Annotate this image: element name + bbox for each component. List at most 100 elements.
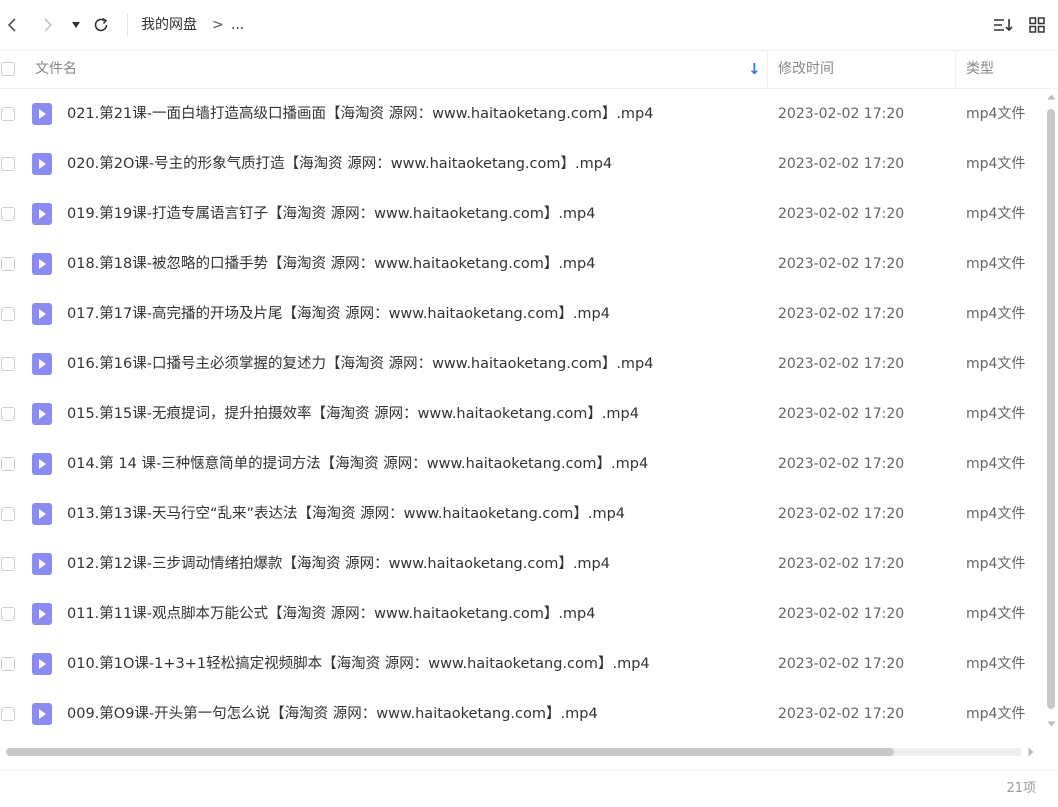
file-modified: 2023-02-02 17:20 (778, 506, 905, 522)
file-modified: 2023-02-02 17:20 (778, 656, 905, 672)
file-type: mp4文件 (966, 356, 1026, 372)
column-divider[interactable] (955, 50, 956, 88)
file-modified: 2023-02-02 17:20 (778, 156, 905, 172)
file-row[interactable]: 017.第17课-高完播的开场及片尾【海淘资 源网：www.haitaoketa… (0, 289, 1045, 339)
breadcrumb-root[interactable]: 我的网盘 (141, 15, 197, 35)
column-divider[interactable] (767, 50, 768, 88)
row-checkbox[interactable] (1, 607, 15, 621)
file-type: mp4文件 (966, 606, 1026, 622)
history-dropdown-button[interactable] (64, 13, 88, 37)
file-modified: 2023-02-02 17:20 (778, 356, 905, 372)
row-checkbox[interactable] (1, 157, 15, 171)
file-list: 021.第21课-一面白墙打造高级口播画面【海淘资 源网：www.haitaok… (0, 89, 1045, 739)
file-modified: 2023-02-02 17:20 (778, 106, 905, 122)
file-row[interactable]: 020.第2O课-号主的形象气质打造【海淘资 源网：www.haitaoketa… (0, 139, 1045, 189)
chevron-right-icon (44, 18, 53, 32)
file-name: 009.第O9课-开头第一句怎么说【海淘资 源网：www.haitaoketan… (67, 706, 598, 722)
file-type: mp4文件 (966, 706, 1026, 722)
file-type: mp4文件 (966, 206, 1026, 222)
file-type: mp4文件 (966, 256, 1026, 272)
file-name: 014.第 14 课-三种惬意简单的提词方法【海淘资 源网：www.haitao… (67, 456, 649, 472)
refresh-button[interactable] (89, 13, 113, 37)
file-row[interactable]: 015.第15课-无痕提词，提升拍摄效率【海淘资 源网：www.haitaoke… (0, 389, 1045, 439)
scroll-right-arrow-icon[interactable] (1028, 747, 1034, 757)
row-checkbox[interactable] (1, 107, 15, 121)
refresh-icon (94, 17, 108, 32)
row-checkbox[interactable] (1, 357, 15, 371)
video-file-icon (32, 153, 52, 175)
row-checkbox[interactable] (1, 307, 15, 321)
file-type: mp4文件 (966, 656, 1026, 672)
breadcrumb-more[interactable]: ... (231, 15, 244, 35)
back-button[interactable] (0, 13, 24, 37)
file-row[interactable]: 021.第21课-一面白墙打造高级口播画面【海淘资 源网：www.haitaok… (0, 89, 1045, 139)
file-name: 015.第15课-无痕提词，提升拍摄效率【海淘资 源网：www.haitaoke… (67, 406, 639, 422)
chevron-left-icon (7, 18, 16, 32)
file-row[interactable]: 010.第1O课-1+3+1轻松搞定视频脚本【海淘资 源网：www.haitao… (0, 639, 1045, 689)
column-modified-header[interactable]: 修改时间 (778, 50, 834, 88)
file-modified: 2023-02-02 17:20 (778, 406, 905, 422)
sort-button[interactable] (991, 13, 1015, 37)
video-file-icon (32, 453, 52, 475)
scroll-up-arrow-icon[interactable] (1047, 94, 1056, 100)
column-type-header[interactable]: 类型 (966, 50, 994, 88)
row-checkbox[interactable] (1, 507, 15, 521)
file-row[interactable]: 009.第O9课-开头第一句怎么说【海淘资 源网：www.haitaoketan… (0, 689, 1045, 739)
file-modified: 2023-02-02 17:20 (778, 706, 905, 722)
video-file-icon (32, 503, 52, 525)
scroll-down-arrow-icon[interactable] (1047, 721, 1056, 727)
grid-view-icon (1029, 17, 1045, 33)
file-modified: 2023-02-02 17:20 (778, 456, 905, 472)
file-type: mp4文件 (966, 406, 1026, 422)
video-file-icon (32, 103, 52, 125)
file-row[interactable]: 018.第18课-被忽略的口播手势【海淘资 源网：www.haitaoketan… (0, 239, 1045, 289)
video-file-icon (32, 603, 52, 625)
video-file-icon (32, 703, 52, 725)
row-checkbox[interactable] (1, 557, 15, 571)
horizontal-scroll-thumb[interactable] (6, 748, 894, 756)
row-checkbox[interactable] (1, 407, 15, 421)
file-name: 018.第18课-被忽略的口播手势【海淘资 源网：www.haitaoketan… (67, 256, 596, 272)
column-name-header[interactable]: 文件名 (35, 50, 77, 88)
file-type: mp4文件 (966, 106, 1026, 122)
file-row[interactable]: 013.第13课-天马行空“乱来”表达法【海淘资 源网：www.haitaoke… (0, 489, 1045, 539)
file-name: 016.第16课-口播号主必须掌握的复述力【海淘资 源网：www.haitaok… (67, 356, 654, 372)
file-type: mp4文件 (966, 306, 1026, 322)
forward-button[interactable] (36, 13, 60, 37)
breadcrumb-separator: > (212, 17, 224, 33)
sort-icon (994, 19, 1013, 32)
video-file-icon (32, 353, 52, 375)
file-name: 013.第13课-天马行空“乱来”表达法【海淘资 源网：www.haitaoke… (67, 506, 626, 522)
row-checkbox[interactable] (1, 457, 15, 471)
file-modified: 2023-02-02 17:20 (778, 206, 905, 222)
video-file-icon (32, 303, 52, 325)
file-modified: 2023-02-02 17:20 (778, 556, 905, 572)
select-all-checkbox[interactable] (1, 62, 15, 76)
file-name: 020.第2O课-号主的形象气质打造【海淘资 源网：www.haitaoketa… (67, 156, 613, 172)
file-row[interactable]: 012.第12课-三步调动情绪拍爆款【海淘资 源网：www.haitaoketa… (0, 539, 1045, 589)
file-name: 012.第12课-三步调动情绪拍爆款【海淘资 源网：www.haitaoketa… (67, 556, 610, 572)
vertical-scroll-thumb[interactable] (1047, 109, 1055, 709)
row-checkbox[interactable] (1, 707, 15, 721)
file-modified: 2023-02-02 17:20 (778, 256, 905, 272)
video-file-icon (32, 553, 52, 575)
file-modified: 2023-02-02 17:20 (778, 606, 905, 622)
horizontal-scrollbar[interactable] (0, 744, 1045, 760)
sort-arrow-icon[interactable]: ↓ (748, 50, 761, 88)
file-row[interactable]: 016.第16课-口播号主必须掌握的复述力【海淘资 源网：www.haitaok… (0, 339, 1045, 389)
toolbar-divider (127, 14, 128, 36)
file-row[interactable]: 014.第 14 课-三种惬意简单的提词方法【海淘资 源网：www.haitao… (0, 439, 1045, 489)
file-type: mp4文件 (966, 456, 1026, 472)
file-row[interactable]: 019.第19课-打造专属语言钉子【海淘资 源网：www.haitaoketan… (0, 189, 1045, 239)
file-row[interactable]: 011.第11课-观点脚本万能公式【海淘资 源网：www.haitaoketan… (0, 589, 1045, 639)
row-checkbox[interactable] (1, 207, 15, 221)
caret-down-icon (72, 22, 80, 28)
row-checkbox[interactable] (1, 657, 15, 671)
video-file-icon (32, 253, 52, 275)
file-name: 010.第1O课-1+3+1轻松搞定视频脚本【海淘资 源网：www.haitao… (67, 656, 650, 672)
file-type: mp4文件 (966, 556, 1026, 572)
vertical-scrollbar[interactable] (1045, 89, 1058, 739)
row-checkbox[interactable] (1, 257, 15, 271)
grid-view-button[interactable] (1025, 13, 1049, 37)
status-bar: 21项 (0, 770, 1058, 807)
